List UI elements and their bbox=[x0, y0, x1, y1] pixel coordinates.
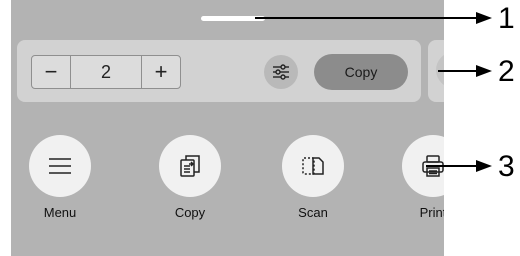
copies-stepper: − 2 + bbox=[31, 55, 181, 89]
app-label: Print bbox=[419, 205, 444, 220]
decrease-copies-button[interactable]: − bbox=[32, 56, 70, 88]
app-copy-circle[interactable] bbox=[159, 135, 221, 197]
copies-count: 2 bbox=[70, 56, 142, 88]
copy-start-button[interactable]: Copy bbox=[314, 54, 408, 90]
app-print[interactable]: Print bbox=[393, 135, 444, 220]
app-label: Menu bbox=[43, 205, 77, 220]
print-icon bbox=[422, 155, 444, 177]
copy-icon bbox=[180, 155, 200, 177]
sliders-icon bbox=[273, 64, 289, 80]
app-scan[interactable]: Scan bbox=[273, 135, 353, 220]
printer-control-panel: − 2 + Copy Menu Copy Scan Print bbox=[11, 0, 444, 256]
callout-3: 3 bbox=[498, 150, 515, 183]
scan-icon bbox=[302, 157, 324, 175]
app-label: Scan bbox=[298, 205, 328, 220]
menu-icon bbox=[49, 158, 71, 174]
app-row: Menu Copy Scan Print bbox=[11, 135, 444, 235]
callout-2: 2 bbox=[498, 55, 515, 88]
app-label: Copy bbox=[174, 205, 206, 220]
app-menu[interactable]: Menu bbox=[20, 135, 100, 220]
next-panel-peek[interactable] bbox=[428, 40, 444, 102]
next-panel-button[interactable] bbox=[436, 52, 444, 88]
callout-1: 1 bbox=[498, 2, 515, 35]
increase-copies-button[interactable]: + bbox=[142, 56, 180, 88]
app-scan-circle[interactable] bbox=[282, 135, 344, 197]
app-menu-circle[interactable] bbox=[29, 135, 91, 197]
copy-settings-button[interactable] bbox=[264, 55, 298, 89]
app-print-circle[interactable] bbox=[402, 135, 444, 197]
drag-handle[interactable] bbox=[201, 16, 265, 21]
app-copy[interactable]: Copy bbox=[150, 135, 230, 220]
